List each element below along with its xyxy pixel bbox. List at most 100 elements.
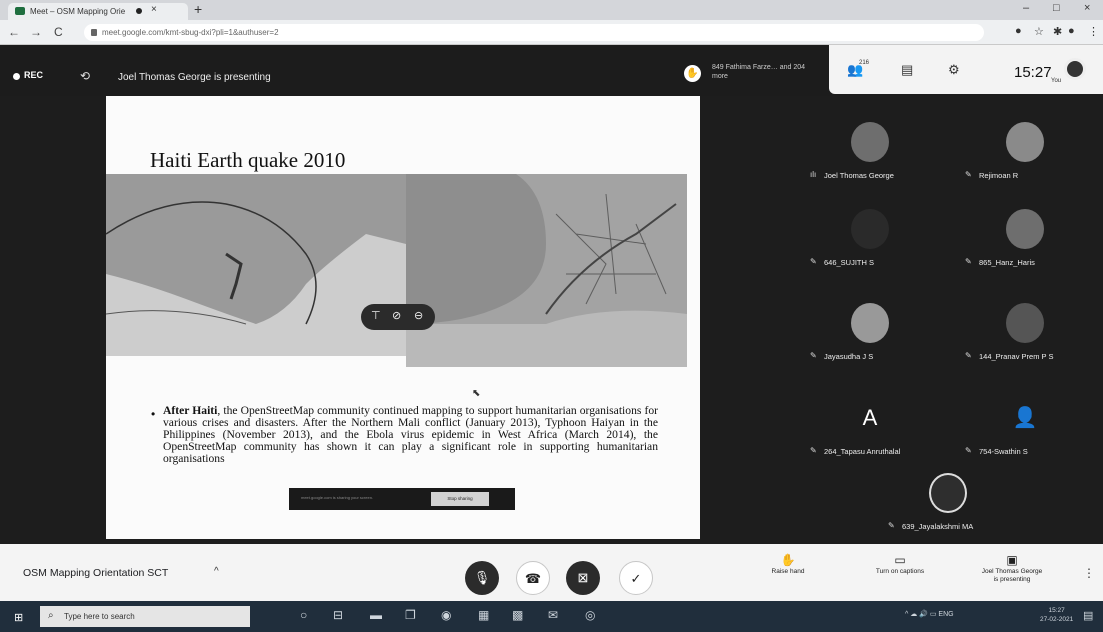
participant-tile[interactable]: ılı Joel Thomas George xyxy=(800,96,940,192)
remove-icon[interactable]: ⊖ xyxy=(414,309,423,322)
notification-icon[interactable]: ▤ xyxy=(1083,609,1093,622)
lock-icon xyxy=(91,29,97,36)
participant-avatar-letter: A xyxy=(862,405,878,430)
stop-sharing-button[interactable]: Stop sharing xyxy=(431,492,489,506)
address-bar[interactable]: meet.google.com/kmt-sbug-dxi?pli=1&authu… xyxy=(84,24,984,41)
participant-tile[interactable]: ✎ Jayasudha J S xyxy=(800,277,940,373)
chevron-up-icon[interactable]: ^ xyxy=(214,566,219,577)
raise-hand-label: Raise hand xyxy=(771,568,805,575)
participant-name: 144_Pranav Prem P S xyxy=(979,352,1054,361)
participant-name: Jayasudha J S xyxy=(824,352,874,361)
mic-off-icon: ✎ xyxy=(965,170,972,179)
presenting-button[interactable]: ▣ Joel Thomas George is presenting xyxy=(962,553,1062,584)
forward-button[interactable]: → xyxy=(30,25,42,39)
activities-icon[interactable]: ⚙ xyxy=(948,62,960,78)
raised-hand-icon[interactable]: ✋ xyxy=(684,65,701,82)
meeting-stage: Haiti Earth quake 2010 ⊤ ⊘ ⊖ ⬉ • After H… xyxy=(0,96,1103,544)
profile-icon[interactable]: ● xyxy=(1068,25,1075,37)
participant-name: Joel Thomas George xyxy=(824,171,894,180)
you-label: You xyxy=(1051,78,1062,84)
browser-tab-strip: Meet – OSM Mapping Orie × + – □ × xyxy=(0,0,1103,20)
more-check-button[interactable]: ✓ xyxy=(619,561,653,595)
camera-toggle-button[interactable]: ⊠ xyxy=(566,561,600,595)
participant-avatar xyxy=(851,303,889,343)
presentation-slide: Haiti Earth quake 2010 ⊤ ⊘ ⊖ ⬉ • After H… xyxy=(106,96,700,539)
browser-tab[interactable]: Meet – OSM Mapping Orie × xyxy=(8,3,188,20)
raise-hand-button[interactable]: ✋ Raise hand xyxy=(760,553,816,576)
taskbar-date: 27-02-2021 xyxy=(1040,616,1074,623)
participant-tile[interactable]: ✎ 865_Hanz_Haris xyxy=(955,183,1095,279)
recording-dot-icon xyxy=(136,8,142,14)
window-maximize-button[interactable]: □ xyxy=(1053,2,1060,14)
participant-tile[interactable]: ✎ 646_SUJITH S xyxy=(800,183,940,279)
windows-start-icon[interactable]: ⊞ xyxy=(14,611,23,624)
mic-off-icon: ✎ xyxy=(888,521,895,530)
slide-bullet: After Haiti, the OpenStreetMap community… xyxy=(163,405,658,465)
mute-icon[interactable]: ⊘ xyxy=(392,309,401,322)
pin-icon[interactable]: ⊤ xyxy=(371,309,381,322)
share-banner-text: meet.google.com is sharing your screen. xyxy=(301,495,374,500)
reload-button[interactable]: C xyxy=(54,25,63,39)
participant-name: 646_SUJITH S xyxy=(824,258,875,267)
raised-hand-names[interactable]: 849 Fathima Farze… and 204 more xyxy=(712,63,822,81)
mic-off-icon: ✎ xyxy=(810,257,817,266)
map-image-left xyxy=(106,174,406,356)
mic-off-icon: ✎ xyxy=(965,351,972,360)
mail-icon[interactable]: ✉ xyxy=(548,608,558,622)
file-explorer-icon[interactable]: ▬ xyxy=(370,608,382,622)
search-placeholder: Type here to search xyxy=(64,612,135,621)
bullet-body: , the OpenStreetMap community continued … xyxy=(163,404,658,465)
leave-call-button[interactable]: ☎ xyxy=(516,561,550,595)
system-tray[interactable]: ^ ☁ 🔊 ▭ ENG xyxy=(905,610,954,618)
camera-indicator-icon[interactable]: ● xyxy=(1015,25,1022,37)
extensions-icon[interactable]: ✱ xyxy=(1053,25,1062,38)
participant-avatar xyxy=(1006,303,1044,343)
meet-header: REC ⟲ Joel Thomas George is presenting ✋… xyxy=(0,45,1103,96)
rec-label: REC xyxy=(24,70,44,80)
task-view-icon[interactable]: ⊟ xyxy=(333,608,343,622)
mic-off-icon: ✎ xyxy=(810,446,817,455)
chat-icon[interactable]: ▤ xyxy=(901,62,913,78)
tab-close-button[interactable]: × xyxy=(151,4,157,15)
screen: Meet – OSM Mapping Orie × + – □ × ← → C … xyxy=(0,0,1103,632)
mic-toggle-button[interactable]: 🎙 xyxy=(465,561,499,595)
taskbar-search-input[interactable]: ⌕ Type here to search xyxy=(40,606,250,627)
presenting-line1: Joel Thomas George xyxy=(981,568,1043,575)
meet-favicon-icon xyxy=(15,7,25,15)
edge-icon[interactable]: ◉ xyxy=(441,608,451,622)
meeting-name[interactable]: OSM Mapping Orientation SCT xyxy=(23,567,168,579)
mic-off-icon: ✎ xyxy=(810,351,817,360)
presenting-line2: is presenting xyxy=(993,576,1031,583)
taskbar-time: 15:27 xyxy=(1048,607,1065,614)
cortana-icon[interactable]: ○ xyxy=(300,608,307,622)
taskbar-clock[interactable]: 15:27 27-02-2021 xyxy=(1040,606,1073,624)
window-minimize-button[interactable]: – xyxy=(1023,2,1029,14)
hand-icon: ✋ xyxy=(780,553,796,567)
word-icon[interactable]: ▩ xyxy=(512,608,523,622)
new-tab-button[interactable]: + xyxy=(194,1,202,17)
people-count: 216 xyxy=(859,60,870,66)
store-icon[interactable]: ▦ xyxy=(478,608,489,622)
captions-label: Turn on captions xyxy=(875,568,925,575)
participant-tile[interactable]: ✎ Rejimoan R xyxy=(955,96,1095,192)
back-button[interactable]: ← xyxy=(8,25,20,39)
captions-icon: ▭ xyxy=(894,553,906,567)
pin-mute-remove-controls: ⊤ ⊘ ⊖ xyxy=(361,304,435,330)
participant-tile[interactable]: ✎ 639_Jayalakshmi MA xyxy=(878,447,1018,543)
bookmark-star-icon[interactable]: ☆ xyxy=(1034,25,1044,38)
mic-off-icon: ✎ xyxy=(965,257,972,266)
chrome-icon[interactable]: ◎ xyxy=(585,608,595,622)
captions-button[interactable]: ▭ Turn on captions xyxy=(852,553,948,576)
screen-share-banner: meet.google.com is sharing your screen. … xyxy=(289,488,515,510)
participant-name: Rejimoan R xyxy=(979,171,1019,180)
window-close-button[interactable]: × xyxy=(1084,2,1090,14)
mouse-cursor-icon: ⬉ xyxy=(472,388,481,399)
more-options-icon[interactable]: ⋮ xyxy=(1083,566,1095,580)
meeting-clock: 15:27 xyxy=(1014,64,1052,81)
app-icon[interactable]: ❐ xyxy=(405,608,416,622)
browser-menu-icon[interactable]: ⋮ xyxy=(1088,25,1099,38)
self-avatar xyxy=(1064,58,1086,80)
participant-tile[interactable]: ✎ 144_Pranav Prem P S xyxy=(955,277,1095,373)
presenting-text: Joel Thomas George is presenting xyxy=(118,72,271,83)
meet-top-controls: 👥 216 ▤ ⚙ 15:27 You xyxy=(829,45,1103,94)
